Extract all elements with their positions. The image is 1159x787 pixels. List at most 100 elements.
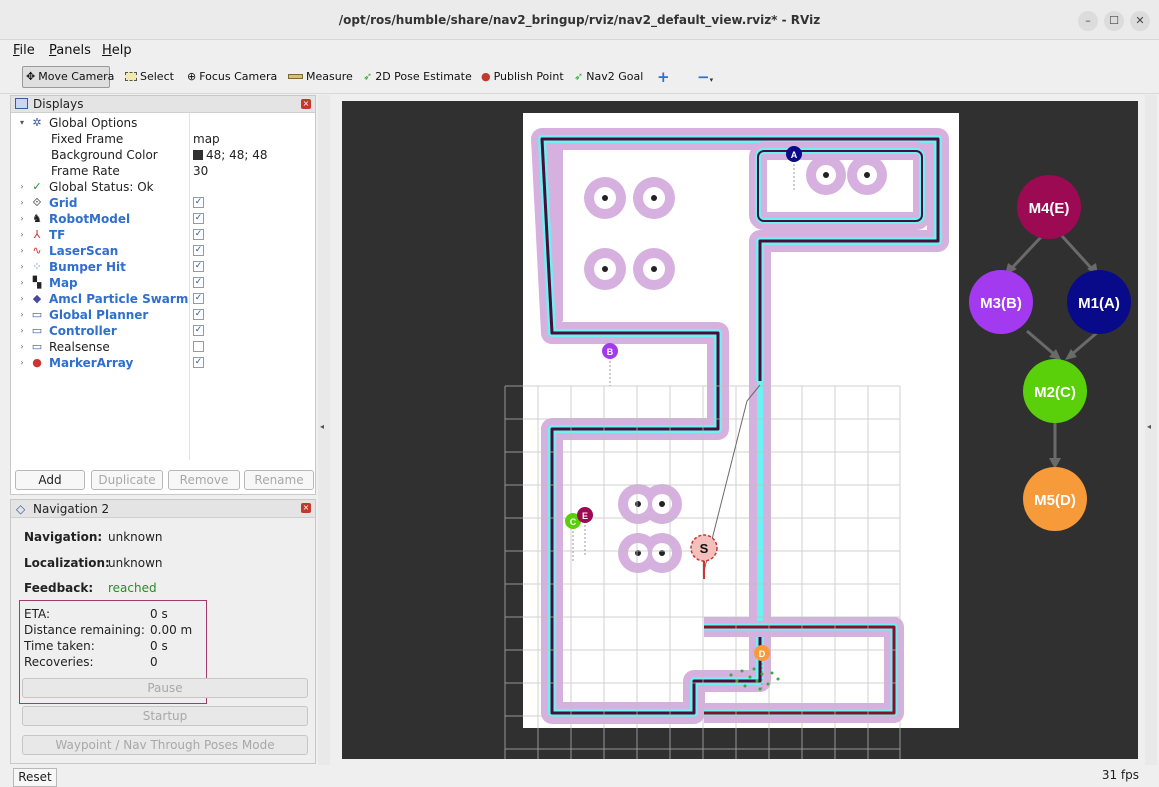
focus-camera-button[interactable]: ⊕ Focus Camera: [184, 66, 280, 88]
collapse-arrow-icon[interactable]: ›: [17, 195, 27, 211]
frame-rate-value[interactable]: 30: [193, 163, 208, 179]
map-canvas[interactable]: A B C E D S M4(E) M3(B) M1(A) M2(C) M5(D…: [342, 101, 1138, 759]
fixed-frame-value[interactable]: map: [193, 131, 220, 147]
display-item-grid[interactable]: › ⟐ Grid ✓: [11, 195, 315, 211]
display-item-realsense[interactable]: › ▭ Realsense: [11, 339, 315, 355]
measure-button[interactable]: Measure: [285, 66, 356, 88]
collapse-arrow-icon[interactable]: ›: [17, 243, 27, 259]
display-checkbox[interactable]: ✓: [193, 277, 204, 288]
collapse-arrow-icon[interactable]: ›: [17, 291, 27, 307]
tree-row-fixed-frame[interactable]: Fixed Frame map: [11, 131, 315, 147]
display-checkbox[interactable]: ✓: [193, 261, 204, 272]
display-item-label: TF: [49, 228, 66, 242]
display-item-amcl[interactable]: › ◆ Amcl Particle Swarm ✓: [11, 291, 315, 307]
display-item-label: Controller: [49, 324, 117, 338]
minimize-button[interactable]: –: [1078, 11, 1098, 31]
marker-a-label: A: [791, 150, 798, 160]
displays-panel: Displays × ▾ ✲ Global Options Fixed Fram…: [10, 95, 316, 495]
navigation-status: Navigation: unknown: [24, 530, 163, 544]
tree-row-global-status[interactable]: › ✓ Global Status: Ok: [11, 179, 315, 195]
waypoint-mode-button[interactable]: Waypoint / Nav Through Poses Mode: [22, 735, 308, 755]
display-checkbox[interactable]: ✓: [193, 197, 204, 208]
duplicate-button[interactable]: Duplicate: [91, 470, 163, 490]
close-icon[interactable]: ×: [301, 503, 311, 513]
tree-row-global-options[interactable]: ▾ ✲ Global Options: [11, 115, 315, 131]
remove-button[interactable]: Remove: [168, 470, 240, 490]
recoveries-row: Recoveries: 0: [24, 655, 158, 669]
display-item-map[interactable]: › ▚ Map ✓: [11, 275, 315, 291]
plus-icon: +: [657, 68, 670, 86]
nav2-goal-button[interactable]: ➶ Nav2 Goal: [571, 66, 646, 88]
left-splitter[interactable]: ◂: [318, 95, 330, 765]
marker-s-label: S: [700, 541, 709, 556]
tree-row-frame-rate[interactable]: Frame Rate 30: [11, 163, 315, 179]
menu-bar: File Panels Help: [0, 40, 1159, 62]
add-display-button[interactable]: Add: [15, 470, 85, 490]
graph-node-m4-label: M4(E): [1029, 200, 1070, 217]
background-color-value[interactable]: 48; 48; 48: [193, 147, 268, 163]
display-checkbox[interactable]: ✓: [193, 357, 204, 368]
select-label: Select: [140, 70, 174, 83]
display-item-robotmodel[interactable]: › ♞ RobotModel ✓: [11, 211, 315, 227]
window-title: /opt/ros/humble/share/nav2_bringup/rviz/…: [338, 13, 821, 27]
display-item-controller[interactable]: › ▭ Controller ✓: [11, 323, 315, 339]
display-item-label: Grid: [49, 196, 78, 210]
collapse-arrow-icon[interactable]: ›: [17, 355, 27, 371]
display-item-laserscan[interactable]: › ∿ LaserScan ✓: [11, 243, 315, 259]
collapse-arrow-icon[interactable]: ›: [17, 323, 27, 339]
pose-estimate-button[interactable]: ➶ 2D Pose Estimate: [360, 66, 475, 88]
grid-icon: ⟐: [32, 196, 42, 209]
reset-button[interactable]: Reset: [13, 768, 57, 787]
gear-icon: ✲: [32, 116, 42, 129]
display-checkbox[interactable]: ✓: [193, 245, 204, 256]
collapse-arrow-icon[interactable]: ›: [17, 275, 27, 291]
publish-point-button[interactable]: ● Publish Point: [478, 66, 567, 88]
collapse-arrow-icon[interactable]: ›: [17, 339, 27, 355]
tree-row-background-color[interactable]: Background Color 48; 48; 48: [11, 147, 315, 163]
pause-button[interactable]: Pause: [22, 678, 308, 698]
collapse-arrow-icon[interactable]: ›: [17, 211, 27, 227]
menu-panels[interactable]: Panels: [49, 43, 91, 58]
startup-button[interactable]: Startup: [22, 706, 308, 726]
display-item-tf[interactable]: › ⅄ TF ✓: [11, 227, 315, 243]
navigation-status-value: unknown: [108, 530, 163, 544]
display-checkbox[interactable]: ✓: [193, 229, 204, 240]
collapse-arrow-icon[interactable]: ›: [17, 259, 27, 275]
collapse-arrow-icon[interactable]: ›: [17, 179, 27, 195]
collapse-arrow-icon[interactable]: ›: [17, 307, 27, 323]
add-tool-button[interactable]: +: [654, 66, 673, 88]
menu-help[interactable]: Help: [102, 43, 132, 58]
navigation-panel: ◇ Navigation 2 × Navigation: unknown Loca…: [10, 499, 316, 764]
collapse-arrow-icon[interactable]: ›: [17, 227, 27, 243]
close-icon[interactable]: ×: [301, 99, 311, 109]
pose-array-icon: ◆: [32, 292, 42, 305]
display-checkbox[interactable]: ✓: [193, 293, 204, 304]
column-separator: [189, 113, 190, 460]
display-item-label: MarkerArray: [49, 356, 134, 370]
display-item-label: Realsense: [49, 340, 110, 354]
menu-file[interactable]: File: [13, 43, 35, 58]
graph-node-m5: M5(D): [1023, 467, 1087, 531]
display-item-bumper-hit[interactable]: › ⁘ Bumper Hit ✓: [11, 259, 315, 275]
display-checkbox[interactable]: [193, 341, 204, 352]
display-item-markerarray[interactable]: › ● MarkerArray ✓: [11, 355, 315, 371]
rename-button[interactable]: Rename: [244, 470, 314, 490]
render-viewport[interactable]: A B C E D S M4(E) M3(B) M1(A) M2(C) M5(D…: [342, 101, 1138, 759]
select-button[interactable]: Select: [122, 66, 177, 88]
maximize-button[interactable]: ☐: [1104, 11, 1124, 31]
minus-icon: −: [697, 68, 710, 86]
remove-tool-button[interactable]: −▾: [694, 66, 716, 88]
move-camera-button[interactable]: ✥ Move Camera: [22, 66, 114, 88]
display-checkbox[interactable]: ✓: [193, 325, 204, 336]
display-checkbox[interactable]: ✓: [193, 213, 204, 224]
diamond-icon: ◇: [16, 502, 26, 516]
right-splitter[interactable]: ◂: [1145, 95, 1157, 765]
close-window-button[interactable]: ✕: [1130, 11, 1150, 31]
display-item-global-planner[interactable]: › ▭ Global Planner ✓: [11, 307, 315, 323]
measure-icon: [288, 74, 303, 79]
localization-status-value: unknown: [108, 556, 163, 570]
graph-node-m1-label: M1(A): [1078, 295, 1120, 312]
check-icon: ✓: [32, 180, 42, 193]
expand-arrow-icon[interactable]: ▾: [17, 115, 27, 131]
display-checkbox[interactable]: ✓: [193, 309, 204, 320]
